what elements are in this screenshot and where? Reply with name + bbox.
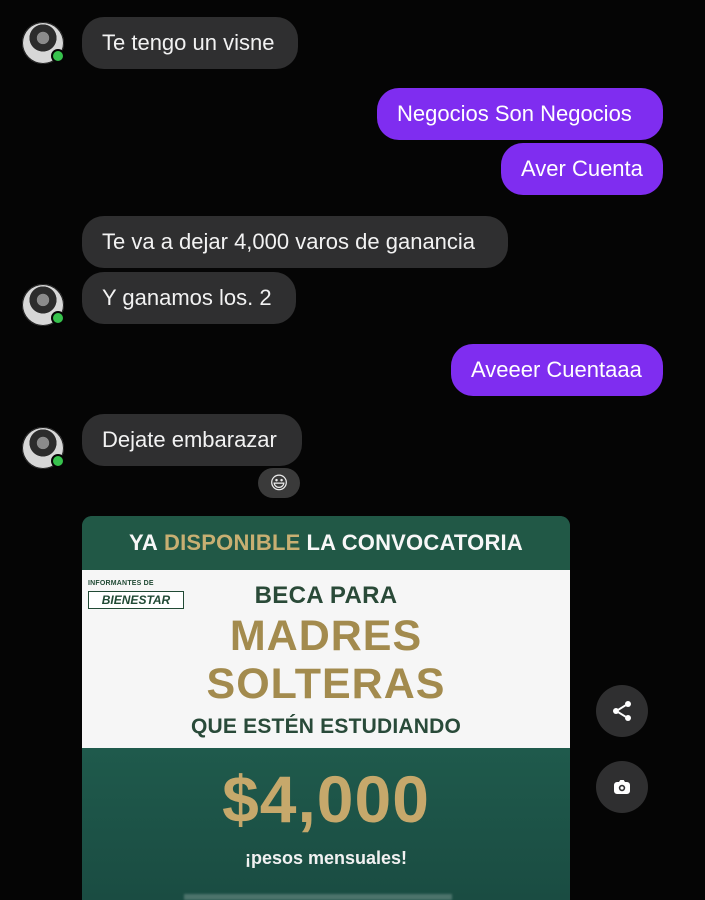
- message-text: Negocios Son Negocios: [397, 101, 632, 126]
- message-text: Dejate embarazar: [102, 427, 277, 452]
- post-header-banner: YA DISPONIBLE LA CONVOCATORIA: [82, 516, 570, 570]
- message-bubble: Negocios Son Negocios: [377, 88, 663, 140]
- banner-text-ya: YA: [129, 530, 158, 555]
- chat-thread: Te tengo un visne Negocios Son Negocios …: [0, 0, 705, 900]
- contact-avatar[interactable]: [22, 284, 65, 326]
- message-text: Te tengo un visne: [102, 30, 275, 55]
- post-amount: $4,000: [222, 762, 430, 836]
- banner-text-disponible: DISPONIBLE: [164, 530, 301, 555]
- headline-line-1: MADRES: [229, 612, 423, 660]
- message-bubble: Aver Cuenta: [501, 143, 663, 195]
- headline-line-2: SOLTERAS: [206, 660, 446, 708]
- message-bubble: Dejate embarazar: [82, 414, 302, 466]
- banner-text-convocatoria: LA CONVOCATORIA: [306, 530, 523, 555]
- emoji-reaction: 😃: [269, 473, 289, 493]
- post-amount-panel: $4,000 ¡pesos mensuales!: [82, 748, 570, 900]
- beca-label: BECA PARA: [254, 582, 398, 609]
- share-button[interactable]: [596, 685, 648, 737]
- shared-image-post[interactable]: YA DISPONIBLE LA CONVOCATORIA INFORMANTE…: [82, 516, 570, 900]
- message-text: Y ganamos los. 2: [102, 285, 272, 310]
- message-text: Te va a dejar 4,000 varos de ganancia: [102, 229, 476, 254]
- message-bubble: Te va a dejar 4,000 varos de ganancia: [82, 216, 508, 268]
- post-amount-note: ¡pesos mensuales!: [244, 848, 408, 868]
- share-icon: [610, 699, 634, 723]
- contact-avatar[interactable]: [22, 427, 65, 469]
- message-text: Aveeer Cuentaaa: [471, 357, 642, 382]
- message-bubble: Y ganamos los. 2: [82, 272, 296, 324]
- message-reaction[interactable]: 😃: [258, 468, 300, 498]
- message-bubble: Aveeer Cuentaaa: [451, 344, 663, 396]
- post-main-panel: INFORMANTES DE BIENESTAR BECA PARA MADRE…: [82, 570, 570, 748]
- contact-avatar[interactable]: [22, 22, 65, 64]
- post-subheadline: QUE ESTÉN ESTUDIANDO: [190, 715, 462, 738]
- post-bottom-strip: [184, 894, 452, 900]
- message-bubble: Te tengo un visne: [82, 17, 298, 69]
- camera-icon: [610, 775, 634, 799]
- message-text: Aver Cuenta: [521, 156, 643, 181]
- camera-button[interactable]: [596, 761, 648, 813]
